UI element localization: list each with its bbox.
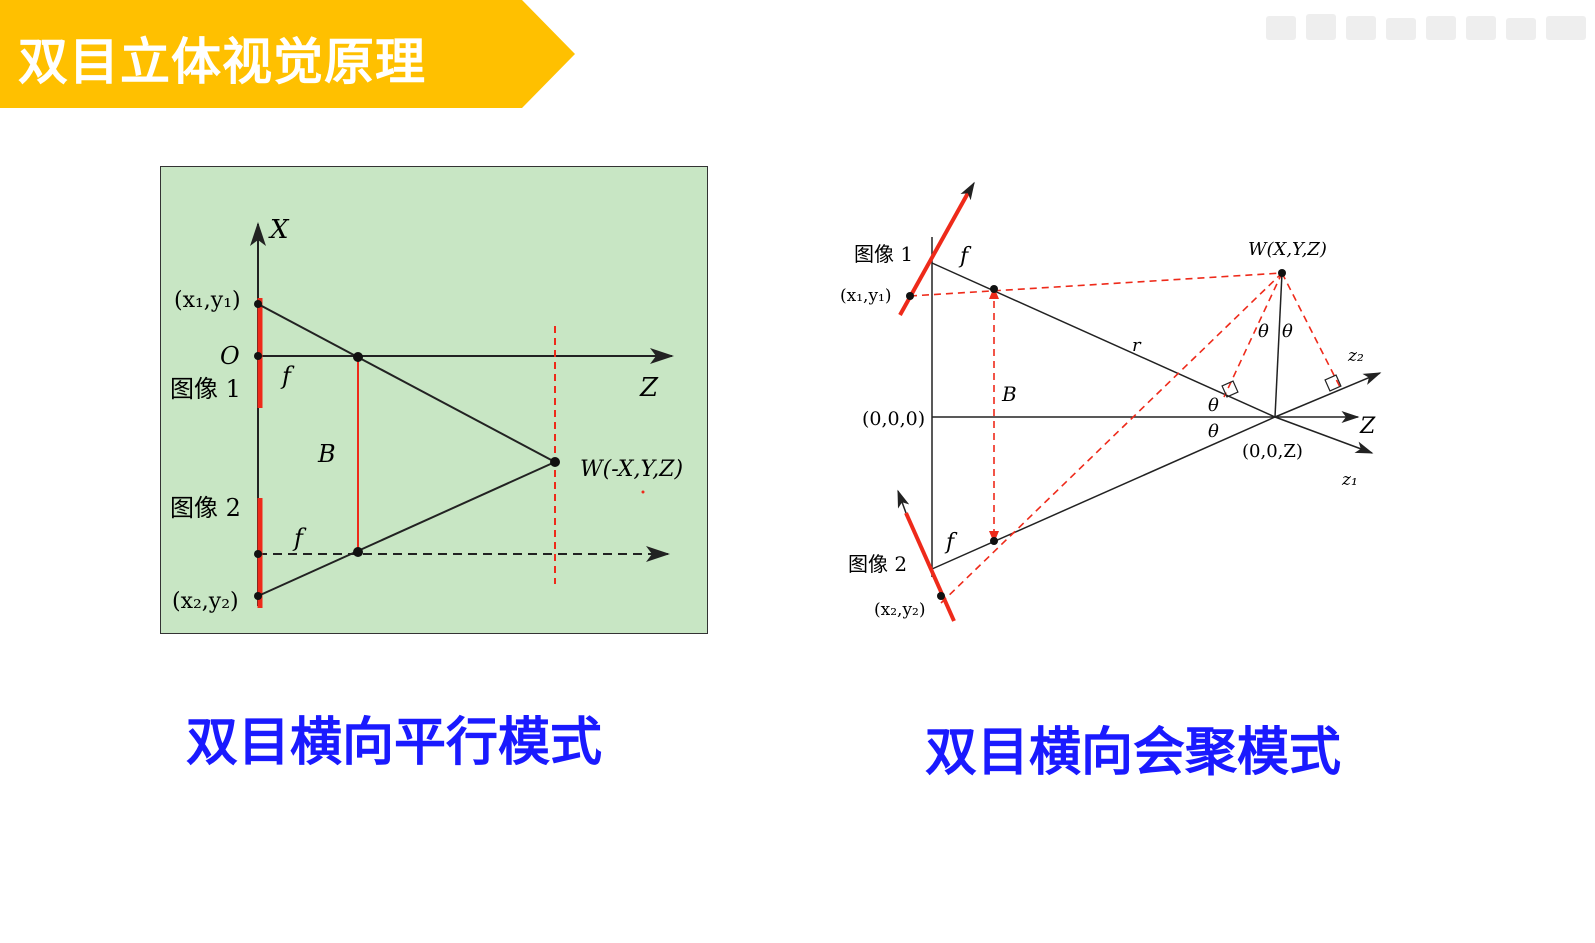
image-1-label: 图像 1 bbox=[170, 375, 241, 403]
origin-dot bbox=[254, 352, 262, 360]
stray-dot bbox=[641, 490, 645, 494]
image-plane-1-arrow bbox=[960, 181, 975, 201]
theta-a-label: θ bbox=[1258, 321, 1269, 342]
lens-1-dot bbox=[990, 285, 998, 293]
point-1-dot bbox=[906, 292, 914, 300]
r-label: r bbox=[1132, 335, 1142, 356]
point-1-label: (x₁,y₁) bbox=[174, 288, 241, 313]
image-1-label: 图像 1 bbox=[854, 242, 913, 266]
dashed-perp-1 bbox=[1223, 272, 1283, 398]
parallel-mode-caption: 双目横向平行模式 bbox=[186, 713, 603, 773]
theta-c-label: θ bbox=[1208, 395, 1219, 416]
image-plane-2-arrow bbox=[897, 489, 910, 514]
point-2-dot bbox=[254, 592, 262, 600]
dashed-ray-2 bbox=[940, 272, 1283, 604]
dashed-ray-1 bbox=[909, 272, 1283, 297]
focal-2-label: f bbox=[944, 530, 958, 555]
lens-2-axis-dot bbox=[254, 550, 262, 558]
world-point-label: W(-X,Y,Z) bbox=[580, 457, 683, 482]
baseline-label: B bbox=[1001, 382, 1017, 406]
page-title: 双目立体视觉原理 bbox=[18, 33, 426, 91]
z2-axis-line bbox=[1274, 372, 1382, 418]
diagram-background bbox=[160, 166, 708, 634]
optical-axis-1 bbox=[931, 262, 1276, 418]
point-2-dot bbox=[937, 592, 945, 600]
z2-label: z₂ bbox=[1347, 346, 1364, 366]
convergent-mode-diagram: 图像 1 f (x₁,y₁) W(X,Y,Z) θ θ r z₂ B (0,0,… bbox=[840, 181, 1382, 622]
convergent-mode-caption: 双目横向会聚模式 bbox=[925, 723, 1342, 783]
origin-label: O bbox=[220, 342, 240, 370]
watermark-logo bbox=[1266, 14, 1586, 40]
x-axis-label: X bbox=[268, 215, 290, 245]
focal-1-label: f bbox=[958, 244, 972, 269]
image-2-label: 图像 2 bbox=[170, 494, 241, 522]
lens-1-dot bbox=[353, 352, 363, 362]
point-2-label: (x₂,y₂) bbox=[172, 589, 239, 614]
point-1-label: (x₁,y₁) bbox=[840, 286, 892, 306]
world-point-label: W(X,Y,Z) bbox=[1248, 239, 1327, 260]
z-axis-label: Z bbox=[639, 373, 659, 403]
baseline-label: B bbox=[317, 440, 336, 468]
image-2-label: 图像 2 bbox=[848, 552, 907, 576]
parallel-mode-diagram: X O Z (x₁,y₁) 图像 1 f B 图像 2 f (x₂,y₂) W(… bbox=[160, 166, 708, 634]
world-drop-line bbox=[1274, 272, 1283, 418]
z-point-label: (0,0,Z) bbox=[1242, 441, 1303, 462]
origin-label: (0,0,0) bbox=[862, 408, 925, 430]
theta-d-label: θ bbox=[1208, 421, 1219, 442]
world-point-dot bbox=[550, 457, 560, 467]
theta-b-label: θ bbox=[1282, 321, 1293, 342]
point-1-dot bbox=[254, 300, 262, 308]
optical-axis-2 bbox=[931, 416, 1276, 570]
lens-2-dot bbox=[353, 547, 363, 557]
z1-label: z₁ bbox=[1341, 470, 1358, 490]
point-2-label: (x₂,y₂) bbox=[874, 600, 926, 620]
z-axis-label: Z bbox=[1359, 414, 1376, 439]
world-point-dot bbox=[1278, 269, 1286, 277]
lens-2-dot bbox=[990, 537, 998, 545]
